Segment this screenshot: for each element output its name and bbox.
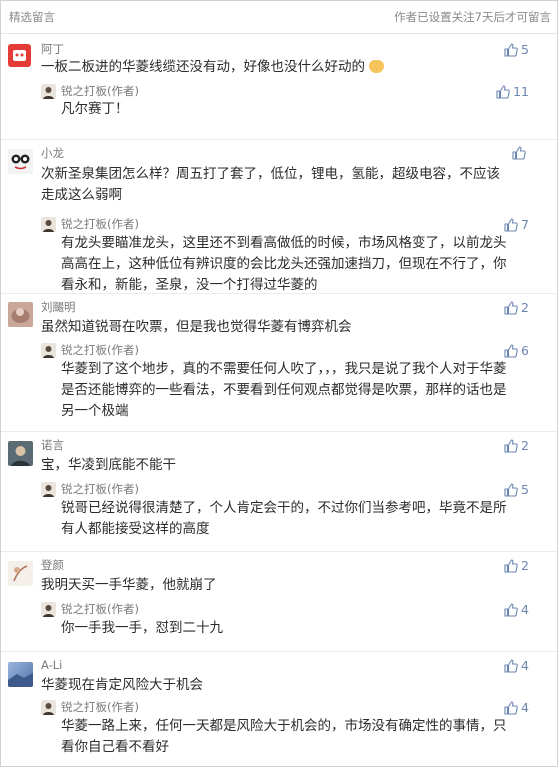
avatar[interactable] xyxy=(8,441,33,466)
like-button[interactable] xyxy=(512,146,529,160)
comment-item: 登颜 我明天买一手华菱，他就崩了 2 锐之打板(作者) 你一手我一手，怼到二十九… xyxy=(1,557,557,639)
like-count: 5 xyxy=(521,42,529,57)
author-name[interactable]: 锐之打板(作者) xyxy=(61,699,557,715)
thumbs-up-icon xyxy=(504,42,518,57)
thumbs-up-icon xyxy=(504,482,518,497)
comment-username[interactable]: A-Li xyxy=(41,657,557,673)
author-avatar[interactable] xyxy=(41,84,56,99)
author-name[interactable]: 锐之打板(作者) xyxy=(61,83,557,99)
comment-item: 阿丁 一板二板进的华菱线缆还没有动，好像也没什么好动的 5 锐之打板(作者) 凡… xyxy=(1,41,557,120)
like-count: 2 xyxy=(521,300,529,315)
comment-text: 虽然知道锐哥在吹票，但是我也觉得华菱有博弈机会 xyxy=(41,319,352,335)
divider xyxy=(1,431,557,432)
comment-text: 宝，华凌到底能不能干 xyxy=(41,457,176,473)
reply-text: 你一手我一手，怼到二十九 xyxy=(61,620,223,636)
avatar[interactable] xyxy=(8,302,33,327)
divider xyxy=(1,139,557,140)
like-button[interactable]: 5 xyxy=(504,42,529,57)
thumbs-up-icon xyxy=(504,658,518,673)
like-button[interactable]: 5 xyxy=(504,482,529,497)
comment-username[interactable]: 阿丁 xyxy=(41,41,557,57)
comment-text: 一板二板进的华菱线缆还没有动，好像也没什么好动的 xyxy=(41,57,557,78)
like-count: 2 xyxy=(521,438,529,453)
author-name[interactable]: 锐之打板(作者) xyxy=(61,216,557,232)
section-title: 精选留言 xyxy=(9,10,55,24)
author-avatar[interactable] xyxy=(41,602,56,617)
comment-username[interactable]: 小龙 xyxy=(41,145,557,161)
thumbs-up-icon xyxy=(504,438,518,453)
author-reply: 锐之打板(作者) 锐哥已经说得很清楚了，个人肯定会干的，不过你们当参考吧，毕竟不… xyxy=(41,481,557,540)
author-avatar[interactable] xyxy=(41,217,56,232)
comment-item: 诺言 宝，华凌到底能不能干 2 锐之打板(作者) 锐哥已经说得很清楚了，个人肯定… xyxy=(1,437,557,540)
divider xyxy=(1,551,557,552)
thumbs-up-icon xyxy=(512,146,526,160)
avatar[interactable] xyxy=(8,561,33,586)
like-button[interactable]: 4 xyxy=(504,700,529,715)
comment-item: A-Li 华菱现在肯定风险大于机会 4 锐之打板(作者) 华菱一路上来，任何一天… xyxy=(1,657,557,758)
comment-text: 次新圣泉集团怎么样？周五打了套了，低位，锂电，氢能，超级电容，不应该走成这么弱啊 xyxy=(41,166,500,203)
author-avatar[interactable] xyxy=(41,343,56,358)
author-reply: 锐之打板(作者) 凡尔赛丁！ 11 xyxy=(41,83,557,120)
like-count: 7 xyxy=(521,217,529,232)
avatar[interactable] xyxy=(8,149,33,174)
comments-panel: 精选留言 作者已设置关注7天后才可留言 阿丁 一板二板进的华菱线缆还没有动，好像… xyxy=(0,0,558,767)
author-avatar[interactable] xyxy=(41,700,56,715)
cat-emoji-icon xyxy=(369,60,385,73)
like-count: 6 xyxy=(521,343,529,358)
comment-item: 刘颺明 虽然知道锐哥在吹票，但是我也觉得华菱有博弈机会 2 锐之打板(作者) 华… xyxy=(1,299,557,422)
like-count: 2 xyxy=(521,558,529,573)
thumbs-up-icon xyxy=(504,343,518,358)
like-button[interactable]: 6 xyxy=(504,343,529,358)
author-reply: 锐之打板(作者) 有龙头要瞄准龙头，这里还不到看高做低的时候，市场风格变了，以前… xyxy=(41,216,557,296)
author-avatar[interactable] xyxy=(41,482,56,497)
author-name[interactable]: 锐之打板(作者) xyxy=(61,342,557,358)
reply-text: 华菱一路上来，任何一天都是风险大于机会的，市场没有确定性的事情，只看你自己看不看… xyxy=(61,718,507,755)
comment-item: 小龙 次新圣泉集团怎么样？周五打了套了，低位，锂电，氢能，超级电容，不应该走成这… xyxy=(1,145,557,296)
comment-text: 华菱现在肯定风险大于机会 xyxy=(41,677,203,693)
comment-username[interactable]: 诺言 xyxy=(41,437,557,453)
thumbs-up-icon xyxy=(496,84,510,99)
author-reply: 锐之打板(作者) 华菱一路上来，任何一天都是风险大于机会的，市场没有确定性的事情… xyxy=(41,699,557,758)
thumbs-up-icon xyxy=(504,558,518,573)
author-reply: 锐之打板(作者) 你一手我一手，怼到二十九 4 xyxy=(41,601,557,639)
reply-text: 凡尔赛丁！ xyxy=(61,101,129,117)
divider xyxy=(1,293,557,294)
reply-text: 华菱到了这个地步，真的不需要任何人吹了，，，我只是说了我个人对于华菱是否还能博弈… xyxy=(61,361,507,419)
like-count: 4 xyxy=(521,658,529,673)
comments-header: 精选留言 作者已设置关注7天后才可留言 xyxy=(1,1,557,34)
like-button[interactable]: 4 xyxy=(504,602,529,617)
comment-text: 我明天买一手华菱，他就崩了 xyxy=(41,577,217,593)
like-button[interactable]: 4 xyxy=(504,658,529,673)
avatar[interactable] xyxy=(8,44,31,67)
divider xyxy=(1,651,557,652)
like-button[interactable]: 11 xyxy=(496,84,529,99)
avatar[interactable] xyxy=(8,662,33,687)
thumbs-up-icon xyxy=(504,217,518,232)
like-button[interactable]: 7 xyxy=(504,217,529,232)
like-count: 11 xyxy=(513,84,529,99)
thumbs-up-icon xyxy=(504,602,518,617)
thumbs-up-icon xyxy=(504,700,518,715)
reply-text: 锐哥已经说得很清楚了，个人肯定会干的，不过你们当参考吧，毕竟不是所有人都能接受这… xyxy=(61,500,507,537)
like-button[interactable]: 2 xyxy=(504,300,529,315)
author-name[interactable]: 锐之打板(作者) xyxy=(61,481,557,497)
author-reply: 锐之打板(作者) 华菱到了这个地步，真的不需要任何人吹了，，，我只是说了我个人对… xyxy=(41,342,557,422)
like-count: 4 xyxy=(521,602,529,617)
comment-notice: 作者已设置关注7天后才可留言 xyxy=(394,10,551,24)
thumbs-up-icon xyxy=(504,300,518,315)
comment-username[interactable]: 登颜 xyxy=(41,557,557,573)
comment-username[interactable]: 刘颺明 xyxy=(41,299,557,315)
reply-text: 有龙头要瞄准龙头，这里还不到看高做低的时候，市场风格变了，以前龙头高高在上，这种… xyxy=(61,235,507,293)
like-button[interactable]: 2 xyxy=(504,438,529,453)
like-count: 5 xyxy=(521,482,529,497)
author-name[interactable]: 锐之打板(作者) xyxy=(61,601,557,617)
like-button[interactable]: 2 xyxy=(504,558,529,573)
like-count: 4 xyxy=(521,700,529,715)
